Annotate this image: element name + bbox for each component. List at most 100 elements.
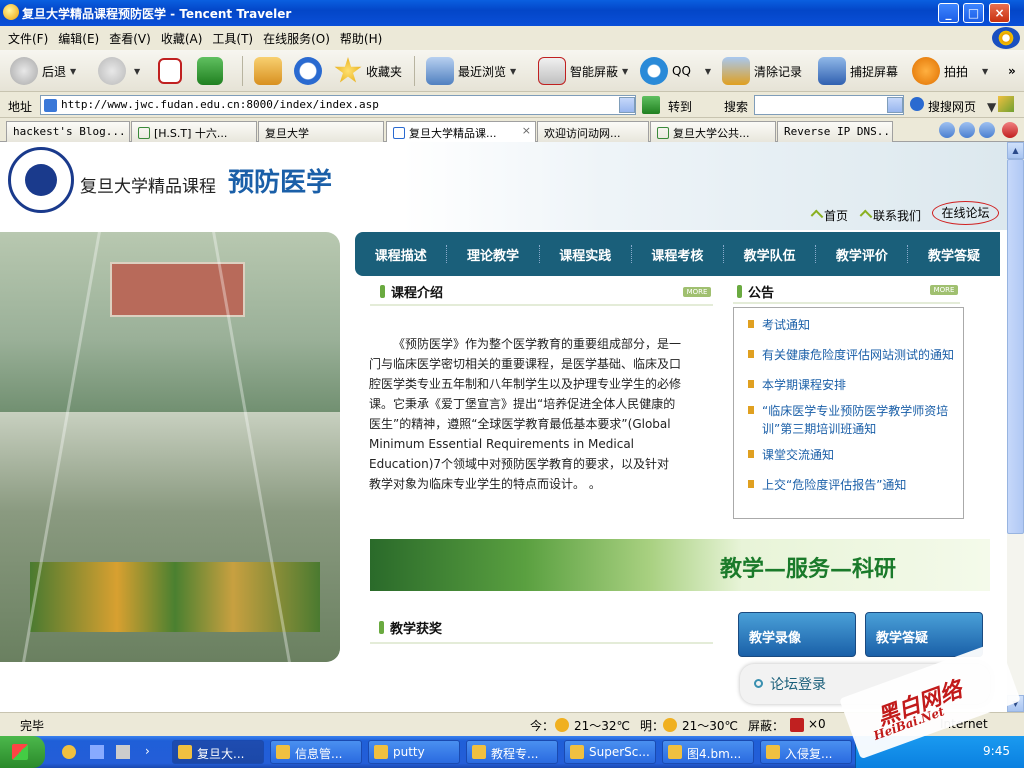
nav-course-practice[interactable]: 课程实践 (559, 245, 611, 264)
tab-reverse-ip[interactable]: Reverse IP DNS... (777, 121, 893, 142)
dropdown-arrow-icon[interactable]: ▼ (622, 67, 628, 76)
taskbar-item[interactable]: 复旦大... (172, 740, 264, 764)
nav-teaching-evaluation[interactable]: 教学评价 (836, 245, 888, 264)
tab-list-icon[interactable] (959, 122, 975, 138)
intro-more-button[interactable]: MORE (683, 287, 711, 297)
notice-item[interactable]: 课堂交流通知 (747, 446, 834, 464)
paipai-button[interactable]: 拍拍 ▼ (912, 50, 988, 92)
toolbar-separator (242, 56, 243, 86)
toolbar-overflow-button[interactable]: » (1008, 50, 1016, 92)
quick-launch-icon[interactable] (90, 745, 104, 759)
block-status-icon[interactable] (790, 718, 804, 732)
clock[interactable]: 9:45 (983, 744, 1010, 758)
notice-item[interactable]: 有关健康危险度评估网站测试的通知 (747, 346, 954, 364)
contact-link[interactable]: 联系我们 (861, 207, 921, 224)
nav-course-description[interactable]: 课程描述 (375, 245, 427, 264)
notice-item[interactable]: 上交“危险度评估报告”通知 (747, 476, 906, 494)
taskbar-item[interactable]: SuperSc... (564, 740, 656, 764)
forward-button[interactable]: ▼ (98, 50, 140, 92)
tab-fudan[interactable]: 复旦大学 (258, 121, 384, 142)
close-tab-icon[interactable] (1002, 122, 1018, 138)
nav-teaching-team[interactable]: 教学队伍 (744, 245, 796, 264)
menu-file[interactable]: 文件(F) (8, 30, 48, 47)
tab-scroll-right-icon[interactable] (939, 122, 955, 138)
teaching-qa-button[interactable]: 教学答疑 (865, 612, 983, 657)
tab-label: 复旦大学精品课... (409, 127, 497, 140)
nav-teaching-qa[interactable]: 教学答疑 (928, 245, 980, 264)
menu-view[interactable]: 查看(V) (109, 30, 151, 47)
scroll-up-icon[interactable]: ▲ (1007, 142, 1024, 159)
clear-history-button[interactable]: 清除记录 (722, 50, 802, 92)
menu-tools[interactable]: 工具(T) (212, 30, 253, 47)
nav-theory-teaching[interactable]: 理论教学 (467, 245, 519, 264)
notice-more-button[interactable]: MORE (930, 285, 958, 295)
app-icon[interactable] (3, 4, 19, 20)
stop-icon (158, 58, 182, 84)
tab-hst[interactable]: [H.S.T] 十六... (131, 121, 257, 142)
tab-label: Reverse IP DNS... (784, 125, 893, 138)
url-input[interactable]: http://www.jwc.fudan.edu.cn:8000/index/i… (40, 95, 636, 115)
tab-close-icon[interactable]: × (522, 124, 531, 137)
dropdown-arrow-icon[interactable]: ▼ (70, 67, 76, 76)
show-desktop-icon[interactable] (116, 745, 130, 759)
dropdown-arrow-icon[interactable]: ▼ (705, 67, 711, 76)
vertical-scrollbar[interactable]: ▲ ▼ (1007, 142, 1024, 712)
notice-item[interactable]: 考试通知 (747, 316, 810, 334)
scroll-thumb[interactable] (1007, 159, 1024, 534)
dropdown-arrow-icon[interactable]: ▼ (982, 67, 988, 76)
search-dropdown-button[interactable] (887, 97, 903, 113)
notice-item[interactable]: 本学期课程安排 (747, 376, 846, 394)
home-link[interactable]: 首页 (812, 207, 848, 224)
tab-dvbbs[interactable]: 欢迎访问动网... (537, 121, 649, 142)
tab-hackest-blog[interactable]: hackest's Blog... (6, 121, 130, 142)
tab-back-icon[interactable] (979, 122, 995, 138)
recent-button[interactable]: 最近浏览 ▼ (426, 50, 516, 92)
history-button[interactable] (294, 50, 326, 92)
teaching-video-button[interactable]: 教学录像 (738, 612, 856, 657)
smart-block-button[interactable]: 智能屏蔽 ▼ (538, 50, 628, 92)
favorites-button[interactable]: 收藏夹 (334, 50, 402, 92)
menu-edit[interactable]: 编辑(E) (58, 30, 99, 47)
menu-help[interactable]: 帮助(H) (340, 30, 382, 47)
back-button[interactable]: 后退 ▼ (10, 50, 76, 92)
minimize-button[interactable]: _ (938, 3, 959, 23)
tab-fudan-public[interactable]: 复旦大学公共... (650, 121, 776, 142)
slogan-text: 教学—服务—科研 (720, 556, 897, 582)
section-divider (370, 642, 713, 644)
go-button[interactable]: 转到 (668, 98, 692, 115)
close-button[interactable]: × (989, 3, 1010, 23)
qq-icon (640, 57, 668, 85)
search-web-button[interactable]: 搜搜网页 (928, 98, 976, 115)
maximize-button[interactable]: □ (963, 3, 984, 23)
url-text[interactable]: http://www.jwc.fudan.edu.cn:8000/index/i… (61, 98, 379, 111)
stop-button[interactable] (158, 50, 186, 92)
taskbar-item[interactable]: 入侵复... (760, 740, 852, 764)
search-input[interactable] (754, 95, 904, 115)
taskbar-item[interactable]: 图4.bm... (662, 740, 754, 764)
online-forum-link[interactable]: 在线论坛 (932, 201, 999, 225)
menu-favorites[interactable]: 收藏(A) (161, 30, 203, 47)
nav-course-assessment[interactable]: 课程考核 (651, 245, 703, 264)
taskbar-item[interactable]: 信息管... (270, 740, 362, 764)
start-button[interactable] (0, 736, 45, 768)
taskbar-item[interactable]: putty (368, 740, 460, 764)
tab-fudan-course[interactable]: 复旦大学精品课... × (386, 121, 536, 143)
url-dropdown-button[interactable] (619, 97, 635, 113)
quick-launch-expand-icon[interactable]: › (145, 744, 150, 758)
quick-launch-icon[interactable] (62, 745, 76, 759)
weather-tomorrow-temp: 21～30℃ (682, 719, 739, 733)
back-label: 后退 (42, 64, 67, 79)
notice-item[interactable]: “临床医学专业预防医学教学师资培训”第三期培训班通知 (748, 402, 962, 438)
dropdown-arrow-icon[interactable]: ▼ (987, 100, 996, 114)
dropdown-arrow-icon[interactable]: ▼ (134, 67, 140, 76)
go-arrow-icon[interactable] (642, 96, 660, 114)
home-button[interactable] (254, 50, 286, 92)
fudan-university-logo[interactable] (8, 147, 74, 213)
pen-icon[interactable] (998, 96, 1014, 112)
refresh-button[interactable] (197, 50, 227, 92)
taskbar-item[interactable]: 教程专... (466, 740, 558, 764)
menu-online-service[interactable]: 在线服务(O) (263, 30, 330, 47)
capture-screen-button[interactable]: 捕捉屏幕 (818, 50, 898, 92)
dropdown-arrow-icon[interactable]: ▼ (510, 67, 516, 76)
qq-button[interactable]: QQ ▼ (640, 50, 711, 92)
